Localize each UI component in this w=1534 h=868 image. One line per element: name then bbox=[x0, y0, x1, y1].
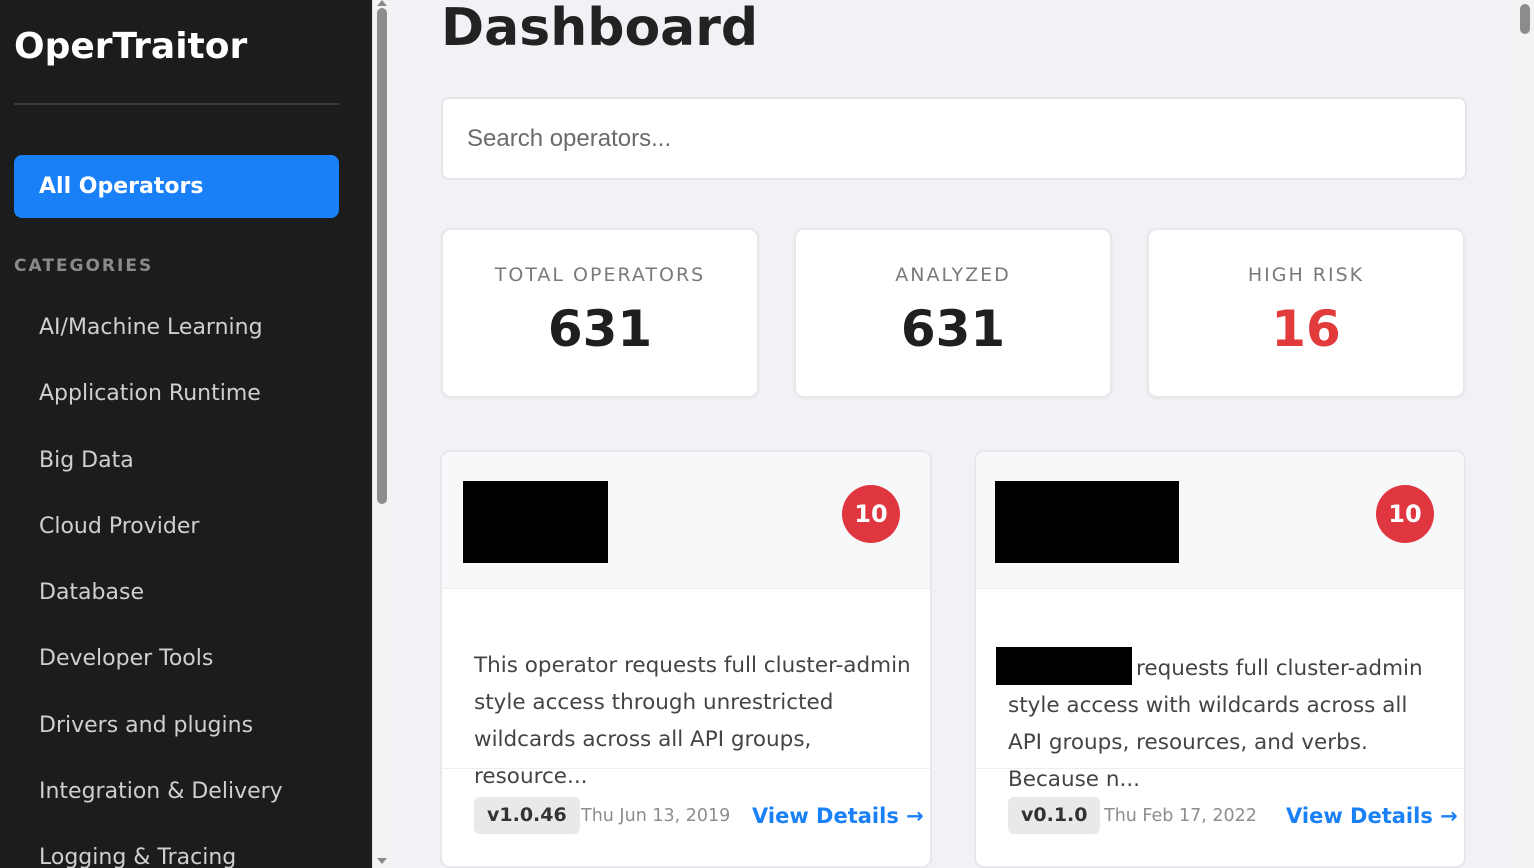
categories-heading: CATEGORIES bbox=[14, 256, 154, 276]
sidebar-divider bbox=[14, 103, 339, 105]
release-date: Thu Feb 17, 2022 bbox=[1104, 806, 1257, 826]
search-input[interactable] bbox=[441, 97, 1467, 180]
sidebar-item-database[interactable]: Database bbox=[39, 571, 283, 637]
version-badge: v0.1.0 bbox=[1008, 797, 1101, 834]
card-header: 10 bbox=[442, 452, 930, 589]
sidebar-item-all-operators[interactable]: All Operators bbox=[14, 155, 339, 218]
sidebar-scrollbar[interactable] bbox=[372, 0, 390, 868]
scroll-down-arrow-icon[interactable] bbox=[377, 858, 387, 864]
stat-value: 631 bbox=[547, 300, 653, 358]
card-header: 10 bbox=[976, 452, 1464, 589]
sidebar: OperTraitor All Operators CATEGORIES AI/… bbox=[0, 0, 372, 868]
risk-score-badge: 10 bbox=[842, 485, 900, 543]
stat-label: TOTAL OPERATORS bbox=[494, 264, 706, 286]
sidebar-item-cloud-provider[interactable]: Cloud Provider bbox=[39, 505, 283, 571]
redacted-operator-name bbox=[996, 647, 1132, 685]
card-footer: v0.1.0 Thu Feb 17, 2022 View Details → bbox=[976, 768, 1464, 866]
stat-value: 16 bbox=[1271, 300, 1341, 358]
sidebar-scroll-thumb[interactable] bbox=[377, 8, 387, 504]
view-details-link[interactable]: View Details → bbox=[1286, 804, 1458, 828]
view-details-link[interactable]: View Details → bbox=[752, 804, 924, 828]
redacted-operator-name bbox=[995, 481, 1179, 563]
version-badge: v1.0.46 bbox=[474, 797, 580, 834]
stat-label: HIGH RISK bbox=[1247, 264, 1365, 286]
sidebar-item-logging-tracing[interactable]: Logging & Tracing bbox=[39, 836, 283, 868]
page-title: Dashboard bbox=[441, 0, 759, 58]
redacted-operator-name bbox=[463, 481, 608, 563]
stat-value: 631 bbox=[900, 300, 1006, 358]
stat-card-high-risk: HIGH RISK 16 bbox=[1147, 228, 1465, 398]
stat-card-analyzed: ANALYZED 631 bbox=[794, 228, 1112, 398]
page-scrollbar[interactable] bbox=[1516, 0, 1534, 868]
page-scroll-thumb[interactable] bbox=[1520, 4, 1530, 34]
operator-card[interactable]: 10 This operator requests full cluster-a… bbox=[440, 450, 932, 868]
sidebar-item-application-runtime[interactable]: Application Runtime bbox=[39, 372, 283, 438]
card-footer: v1.0.46 Thu Jun 13, 2019 View Details → bbox=[442, 768, 930, 866]
operator-card[interactable]: 10 requests full cluster-admin style acc… bbox=[974, 450, 1466, 868]
category-list: AI/Machine Learning Application Runtime … bbox=[39, 306, 283, 868]
scroll-up-arrow-icon[interactable] bbox=[377, 0, 387, 6]
stat-label: ANALYZED bbox=[895, 264, 1011, 286]
sidebar-item-big-data[interactable]: Big Data bbox=[39, 439, 283, 505]
app-logo[interactable]: OperTraitor bbox=[14, 26, 247, 67]
sidebar-item-drivers-and-plugins[interactable]: Drivers and plugins bbox=[39, 704, 283, 770]
stat-card-total-operators: TOTAL OPERATORS 631 bbox=[441, 228, 759, 398]
risk-score-badge: 10 bbox=[1376, 485, 1434, 543]
release-date: Thu Jun 13, 2019 bbox=[581, 806, 731, 826]
sidebar-item-ai-machine-learning[interactable]: AI/Machine Learning bbox=[39, 306, 283, 372]
sidebar-item-developer-tools[interactable]: Developer Tools bbox=[39, 637, 283, 703]
sidebar-item-integration-delivery[interactable]: Integration & Delivery bbox=[39, 770, 283, 836]
